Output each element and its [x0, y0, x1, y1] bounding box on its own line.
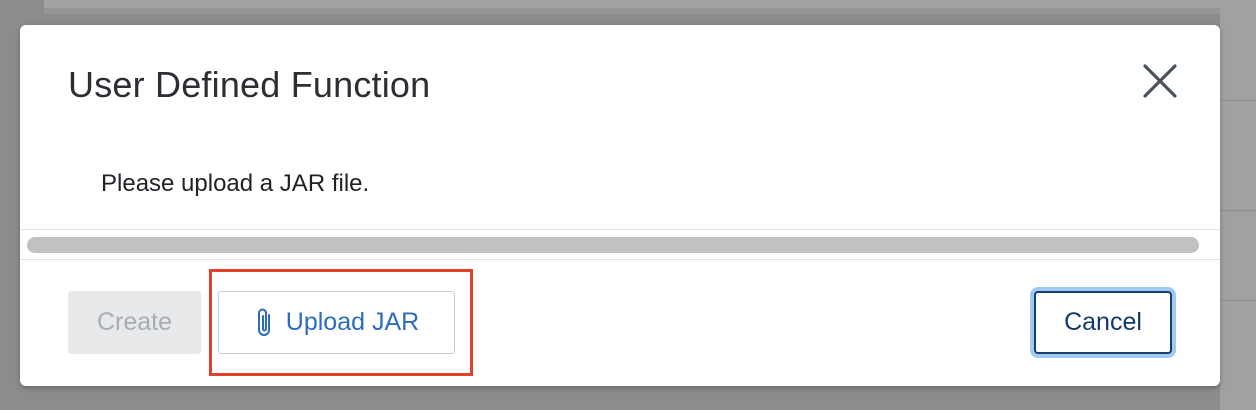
background-divider — [1220, 300, 1256, 301]
background-row — [44, 8, 1256, 14]
scrollbar-thumb[interactable] — [27, 237, 1199, 253]
background-divider — [1220, 210, 1256, 211]
upload-jar-label: Upload JAR — [285, 308, 420, 336]
divider — [20, 259, 1220, 260]
create-button-label: Create — [96, 308, 173, 336]
upload-jar-button[interactable]: Upload JAR — [218, 291, 455, 354]
dialog-message: Please upload a JAR file. — [101, 170, 370, 197]
background-column — [1220, 0, 1256, 410]
divider — [20, 229, 1220, 230]
paperclip-icon — [254, 307, 276, 339]
background-row — [44, 0, 1256, 8]
close-icon — [1143, 64, 1177, 98]
udf-dialog: User Defined Function Please upload a JA… — [20, 25, 1220, 386]
dialog-title: User Defined Function — [68, 64, 431, 105]
cancel-button[interactable]: Cancel — [1034, 291, 1172, 354]
background-divider — [1220, 100, 1256, 101]
create-button[interactable]: Create — [68, 291, 201, 354]
cancel-button-label: Cancel — [1064, 308, 1142, 336]
close-button[interactable] — [1140, 61, 1180, 101]
